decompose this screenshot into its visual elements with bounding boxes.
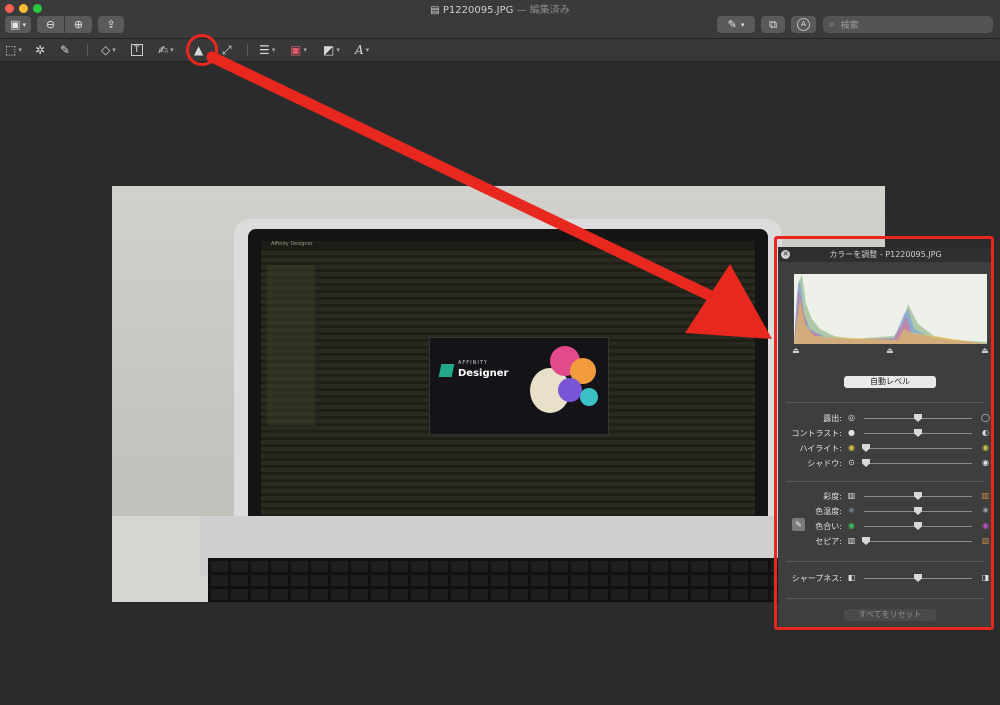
reset-all-button[interactable]: すべてをリセット [844, 609, 936, 621]
highlights-low-icon: ◉ [848, 443, 855, 452]
sharpness-label: シャープネス: [791, 574, 842, 583]
shadows-slider-thumb[interactable] [862, 459, 870, 467]
sepia-high-icon: ▥ [981, 536, 990, 545]
shadows-low-icon: ⊙ [848, 458, 855, 467]
panel-divider [786, 561, 985, 562]
exposure-high-icon: ◯ [981, 413, 990, 422]
sharpness-low-icon: ◧ [847, 573, 856, 582]
sepia-low-icon: ▥ [847, 536, 856, 545]
auto-levels-button[interactable]: 自動レベル [844, 376, 936, 388]
highlights-slider-thumb[interactable] [862, 444, 870, 452]
exposure-label: 露出: [823, 414, 842, 423]
adjust-color-panel: ✕ カラーを調整 - P1220095.JPG ⏏ ⏏ ⏏ 自動レベル 露出: … [778, 247, 993, 628]
contrast-slider-thumb[interactable] [914, 429, 922, 437]
temperature-slider-thumb[interactable] [914, 507, 922, 515]
panel-divider [786, 402, 985, 403]
panel-title: ✕ カラーを調整 - P1220095.JPG [778, 247, 993, 262]
panel-title-text: カラーを調整 - P1220095.JPG [829, 250, 942, 259]
white-point-handle[interactable]: ⏏ [981, 346, 989, 355]
black-point-handle[interactable]: ⏏ [792, 346, 800, 355]
contrast-high-icon: ◐ [982, 428, 989, 437]
highlights-high-icon: ◉ [982, 443, 989, 452]
shadows-slider[interactable] [864, 463, 972, 464]
shadows-label: シャドウ: [807, 459, 842, 468]
saturation-high-icon: ▥ [981, 491, 990, 500]
close-icon[interactable]: ✕ [781, 250, 790, 259]
temperature-warm-icon: ✳ [982, 506, 989, 515]
exposure-slider-thumb[interactable] [914, 414, 922, 422]
midtone-handle[interactable]: ⏏ [886, 346, 894, 355]
histogram-graph [794, 274, 987, 344]
sharpness-slider-thumb[interactable] [914, 574, 922, 582]
temperature-label: 色温度: [815, 507, 842, 516]
contrast-low-icon: ● [848, 428, 855, 437]
tint-green-icon: ◉ [848, 521, 855, 530]
sepia-slider-thumb[interactable] [862, 537, 870, 545]
saturation-slider-thumb[interactable] [914, 492, 922, 500]
saturation-low-icon: ▥ [847, 491, 856, 500]
contrast-label: コントラスト: [791, 429, 842, 438]
panel-divider [786, 481, 985, 482]
tint-label: 色合い: [815, 522, 842, 531]
sepia-slider[interactable] [864, 541, 972, 542]
panel-divider [786, 598, 985, 599]
sepia-label: セピア: [815, 537, 842, 546]
highlights-slider[interactable] [864, 448, 972, 449]
shadows-high-icon: ◉ [982, 458, 989, 467]
tint-magenta-icon: ◉ [982, 521, 989, 530]
histogram [794, 274, 987, 344]
saturation-label: 彩度: [823, 492, 842, 501]
exposure-low-icon: ◎ [848, 413, 855, 422]
tint-slider-thumb[interactable] [914, 522, 922, 530]
temperature-cool-icon: ✳ [848, 506, 855, 515]
sharpness-high-icon: ◨ [981, 573, 990, 582]
highlights-label: ハイライト: [799, 444, 842, 453]
